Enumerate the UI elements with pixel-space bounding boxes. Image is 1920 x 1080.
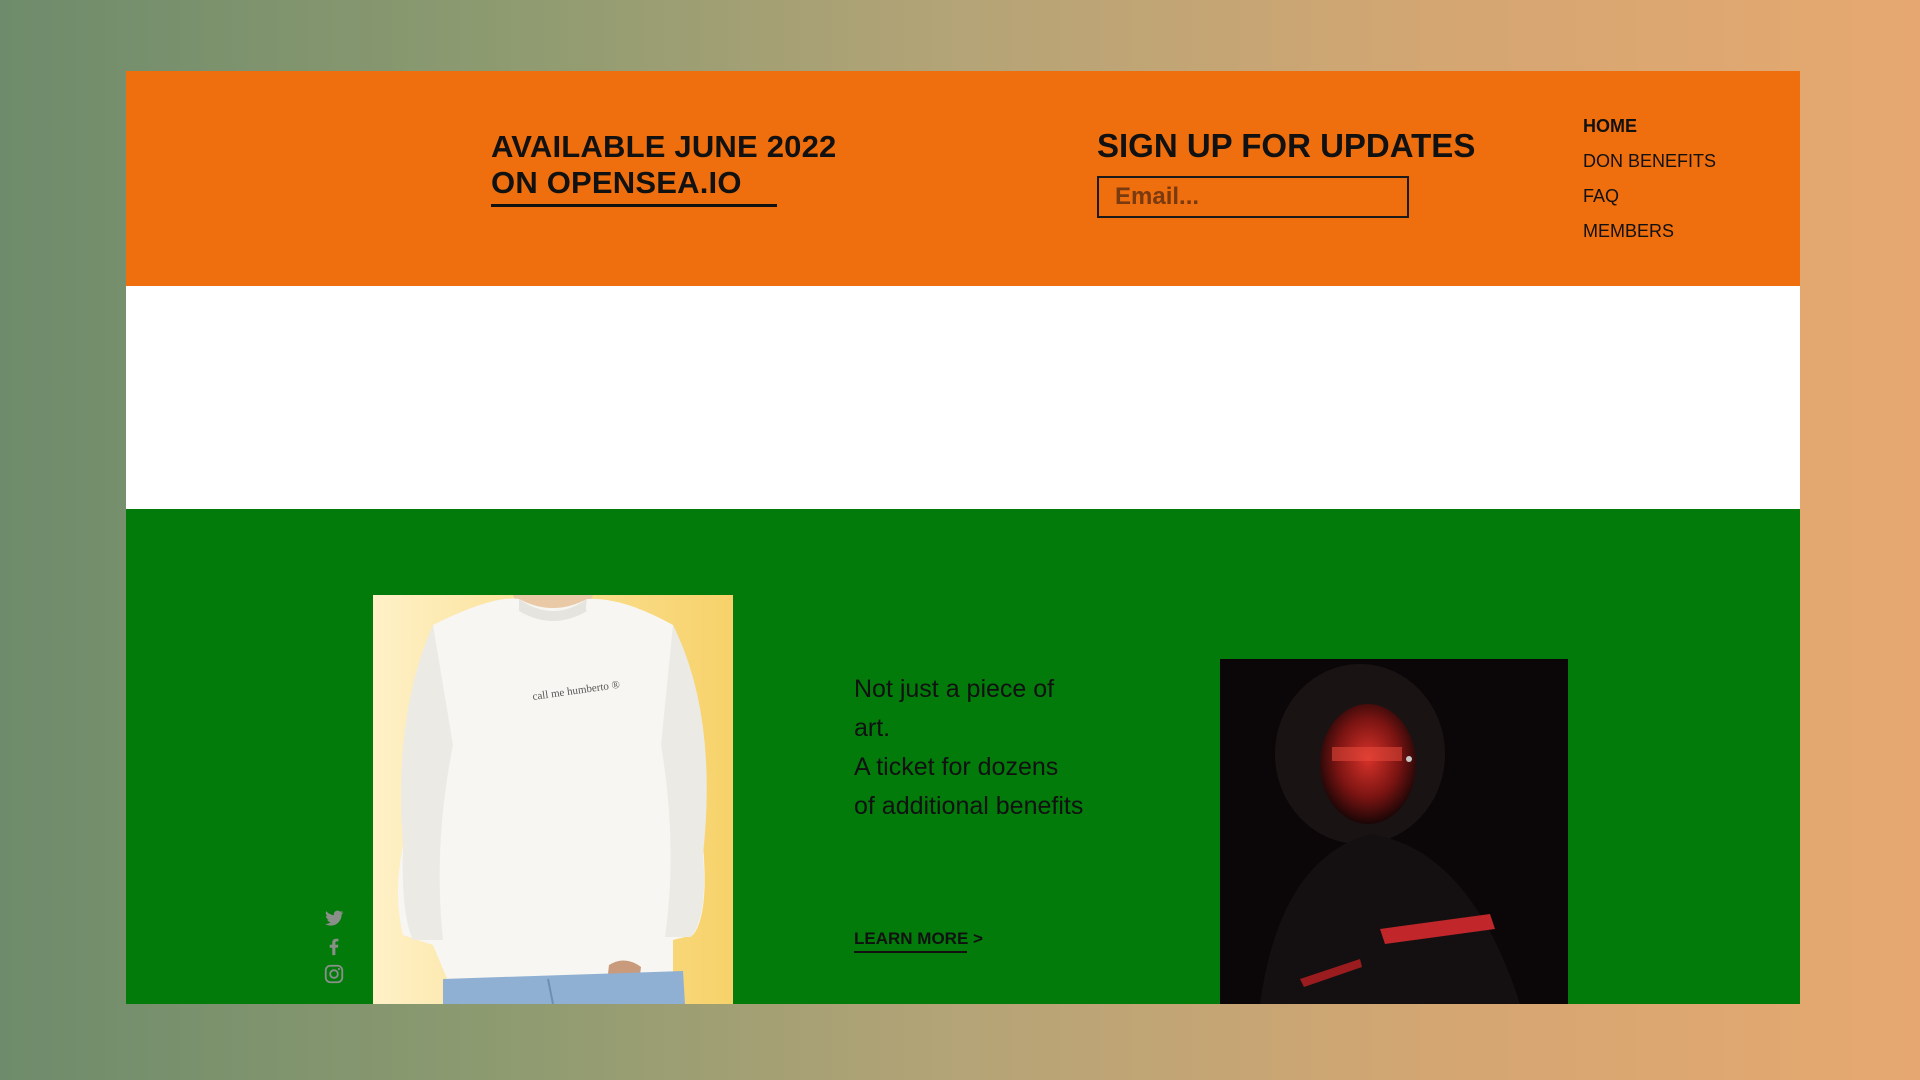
facebook-icon[interactable] <box>323 935 345 957</box>
learn-more-underline <box>854 951 967 953</box>
benefits-blurb: Not just a piece of art. A ticket for do… <box>854 670 1084 826</box>
blurb-line-2: A ticket for dozens of additional benefi… <box>854 753 1084 820</box>
nav-item-members[interactable]: MEMBERS <box>1583 214 1716 249</box>
availability-line-1: AVAILABLE JUNE 2022 <box>491 129 837 164</box>
availability-link[interactable]: AVAILABLE JUNE 2022 ON OPENSEA.IO <box>491 129 836 201</box>
social-links <box>323 907 349 991</box>
nav-item-don-benefits[interactable]: DON BENEFITS <box>1583 144 1716 179</box>
nav-item-home[interactable]: HOME <box>1583 109 1716 144</box>
sweatshirt-photo: call me humberto ® <box>373 595 733 1004</box>
nav-item-faq[interactable]: FAQ <box>1583 179 1716 214</box>
sweatshirt-illustration: call me humberto ® <box>398 595 707 1004</box>
benefits-section: call me humberto ® Not just a piece of a… <box>126 509 1800 1004</box>
learn-more-link[interactable]: LEARN MORE > <box>854 929 983 949</box>
instagram-icon[interactable] <box>323 963 345 985</box>
availability-underline <box>491 204 777 207</box>
header: AVAILABLE JUNE 2022 ON OPENSEA.IO SIGN U… <box>126 71 1800 286</box>
availability-line-2: ON OPENSEA.IO <box>491 165 742 200</box>
signup-title: SIGN UP FOR UPDATES <box>1097 127 1476 164</box>
portrait-photo <box>1220 659 1568 1004</box>
blurb-line-1: Not just a piece of art. <box>854 675 1055 742</box>
portrait-illustration <box>1220 659 1568 1004</box>
twitter-icon[interactable] <box>323 907 345 929</box>
hero-blank-band <box>126 286 1800 509</box>
email-field[interactable] <box>1097 176 1409 218</box>
website-frame: AVAILABLE JUNE 2022 ON OPENSEA.IO SIGN U… <box>126 71 1800 1004</box>
main-nav: HOME DON BENEFITS FAQ MEMBERS <box>1583 109 1716 249</box>
